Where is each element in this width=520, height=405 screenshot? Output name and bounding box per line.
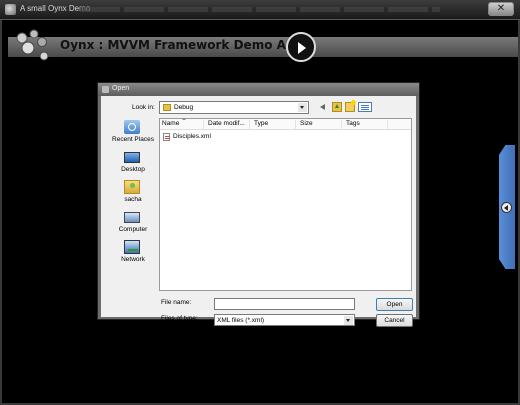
place-desktop[interactable]: Desktop: [107, 150, 159, 178]
recent-places-icon: [124, 120, 140, 134]
file-list[interactable]: Name Date modif... Type Size Tags Discip…: [159, 118, 412, 291]
look-in-value: Debug: [174, 104, 194, 111]
chevron-down-icon[interactable]: [298, 103, 307, 112]
file-name: Disciples.xml: [173, 133, 211, 140]
file-item[interactable]: Disciples.xml: [162, 132, 242, 142]
column-header-tags[interactable]: Tags: [344, 120, 388, 130]
user-folder-icon: [124, 180, 140, 194]
cancel-button[interactable]: Cancel: [376, 314, 413, 327]
side-panel-tab[interactable]: [499, 145, 515, 269]
place-label: Recent Places: [112, 136, 154, 143]
column-header-type[interactable]: Type: [252, 120, 296, 130]
app-icon: [5, 4, 16, 15]
file-type-value: XML files (*.xml): [217, 317, 265, 324]
xml-file-icon: [163, 133, 170, 141]
new-folder-button[interactable]: [345, 100, 356, 112]
place-label: Desktop: [121, 166, 145, 173]
network-icon: [124, 240, 140, 254]
sort-indicator-icon: [182, 118, 186, 120]
open-file-dialog: Open Look in: Debug Recent Places Deskto…: [97, 82, 420, 327]
look-in-dropdown[interactable]: Debug: [159, 101, 309, 114]
open-button[interactable]: Open: [376, 298, 413, 311]
places-bar: Recent Places Desktop sacha Computer Net…: [107, 118, 159, 293]
file-type-label: Files of type:: [161, 315, 198, 322]
file-name-input[interactable]: [214, 298, 355, 310]
place-network[interactable]: Network: [107, 240, 159, 268]
chevron-down-icon[interactable]: [344, 316, 353, 325]
place-label: Computer: [118, 226, 148, 233]
back-button[interactable]: [319, 102, 329, 112]
column-header-name[interactable]: Name: [160, 120, 204, 130]
folder-icon: [163, 104, 171, 111]
column-headers: Name Date modif... Type Size Tags: [160, 118, 411, 130]
title-bar-decoration: [80, 7, 440, 12]
place-label: sacha: [124, 196, 142, 203]
dialog-title: Open: [112, 85, 130, 92]
app-title: Oynx : MVVM Framework Demo App: [60, 38, 304, 52]
views-menu-button[interactable]: [358, 102, 372, 112]
app-root: A small Oynx Demo ✕ Oynx : MVVM Framewor…: [0, 0, 520, 405]
place-recent-places[interactable]: Recent Places: [107, 120, 159, 148]
oynx-logo-icon: [16, 29, 49, 61]
navigate-forward-button[interactable]: [286, 32, 316, 62]
dialog-icon: [102, 86, 109, 93]
file-type-select[interactable]: XML files (*.xml): [214, 314, 355, 326]
place-label: Network: [121, 256, 145, 263]
place-sacha[interactable]: sacha: [107, 180, 159, 208]
dialog-title-bar[interactable]: Open: [98, 83, 419, 96]
place-computer[interactable]: Computer: [107, 210, 159, 238]
file-name-label: File name:: [161, 299, 192, 306]
up-folder-button[interactable]: [332, 102, 342, 112]
column-header-date-modified[interactable]: Date modif...: [206, 120, 250, 130]
arrow-right-icon: [298, 42, 306, 54]
desktop-icon: [124, 152, 140, 163]
window-close-button[interactable]: ✕: [488, 2, 514, 16]
computer-icon: [124, 212, 140, 223]
arrow-left-icon: [501, 202, 512, 213]
window-title-bar[interactable]: A small Oynx Demo ✕: [0, 0, 520, 20]
look-in-label: Look in:: [132, 104, 155, 111]
column-header-size[interactable]: Size: [298, 120, 342, 130]
dialog-body: Look in: Debug Recent Places Desktop sac…: [101, 96, 416, 327]
